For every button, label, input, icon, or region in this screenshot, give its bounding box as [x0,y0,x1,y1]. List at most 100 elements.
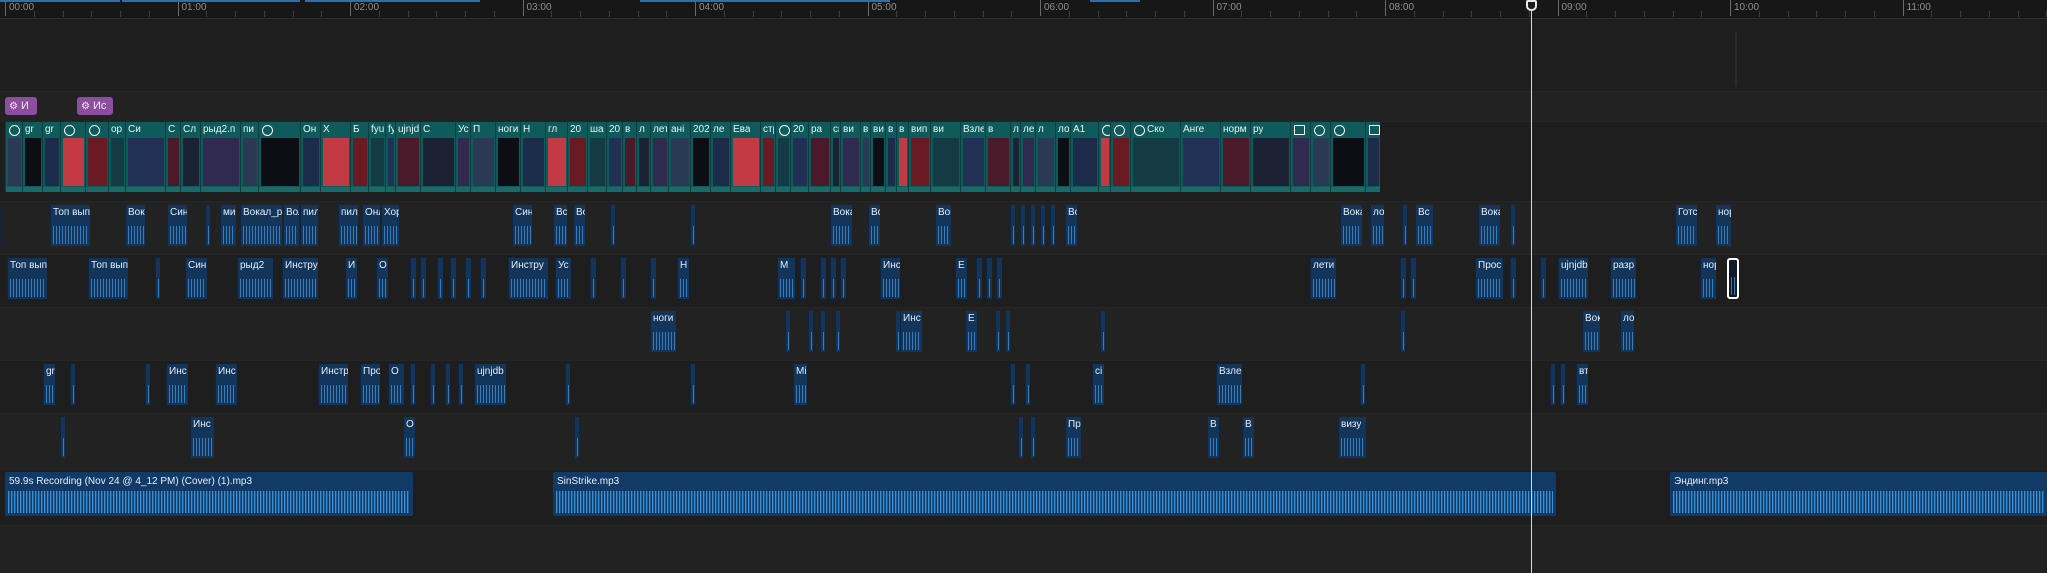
audio-clip[interactable]: Инс [190,417,214,458]
audio-clip-fragment[interactable] [1400,311,1405,352]
video-clip[interactable]: ша [587,122,606,192]
video-clip[interactable]: 20 [567,122,587,192]
audio-clip-fragment[interactable] [1005,311,1010,352]
audio-clip-fragment[interactable] [1020,205,1025,246]
audio-clip[interactable]: Вока [125,205,145,246]
audio-clip[interactable]: ujnjdb [474,364,506,405]
audio-clip-fragment[interactable] [410,364,415,405]
audio-clip[interactable]: лов [1370,205,1384,246]
audio-clip-fragment[interactable] [1402,205,1407,246]
video-clip[interactable]: Н [520,122,545,192]
audio-clip[interactable]: О [403,417,415,458]
audio-clip[interactable]: Син [167,205,187,246]
audio-clip[interactable]: Н [677,258,689,299]
audio-clip-fragment[interactable] [60,417,65,458]
audio-clip-fragment[interactable] [835,311,840,352]
video-clip[interactable] [1330,122,1365,192]
audio-clip[interactable]: Готс [1675,205,1697,246]
audio-clip-fragment[interactable] [830,258,836,299]
audio-clip[interactable]: рыд2 [237,258,273,299]
audio-clip[interactable]: В [1207,417,1219,458]
video-clip[interactable]: Х [320,122,350,192]
audio-clip-fragment[interactable] [1030,417,1035,458]
audio-clip[interactable]: Пр [1065,417,1081,458]
video-clip[interactable]: ле [710,122,730,192]
audio-clip[interactable]: Вс [553,205,567,246]
audio-clip[interactable]: gr [43,364,55,405]
audio-clip-fragment[interactable] [1050,205,1055,246]
video-clip[interactable]: л [1035,122,1055,192]
video-clip[interactable]: ле [1020,122,1035,192]
audio-clip[interactable]: Вс [1065,205,1077,246]
audio-clip-fragment[interactable] [410,258,416,299]
video-clip[interactable]: 202 [690,122,710,192]
video-clip[interactable]: ру [1250,122,1290,192]
audio-clip-fragment[interactable] [155,258,160,299]
audio-clip[interactable]: Вока [1478,205,1500,246]
audio-clip-fragment[interactable] [450,258,456,299]
video-clip[interactable] [5,122,22,192]
video-clip[interactable] [1290,122,1310,192]
audio-clip[interactable]: Вс [868,205,880,246]
video-clip[interactable]: ноги [495,122,520,192]
time-ruler[interactable]: 00:00 01:00 02:00 03:00 04:00 05:00 06:00 07:00… [0,0,2047,19]
audio-clip[interactable]: Вока [1340,205,1362,246]
video-clip[interactable]: лети [650,122,668,192]
audio-clip[interactable]: ноги [650,311,676,352]
video-clip[interactable] [1110,122,1130,192]
audio-clip-fragment[interactable] [1510,205,1515,246]
audio-clip[interactable]: Прос [1475,258,1503,299]
audio-clip[interactable]: визу [1338,417,1366,458]
audio-clip-fragment[interactable] [145,364,150,405]
audio-clip-fragment[interactable] [820,258,826,299]
video-clip[interactable]: П [470,122,495,192]
video-clip[interactable]: пи [240,122,258,192]
audio-clip-fragment[interactable] [996,258,1002,299]
audio-clip[interactable]: О [376,258,388,299]
audio-clip[interactable]: Инс [880,258,900,299]
audio-clip[interactable]: О [388,364,404,405]
video-clip[interactable]: Анге [1180,122,1220,192]
audio-clip-fragment[interactable] [480,258,486,299]
video-clip[interactable]: ві [860,122,870,192]
audio-clip-fragment[interactable] [445,364,450,405]
audio-clip-fragment[interactable] [820,311,825,352]
audio-clip-fragment[interactable] [976,258,982,299]
audio-clip-fragment[interactable] [1400,258,1406,299]
audio-clip[interactable]: М [777,258,795,299]
audio-clip-fragment[interactable] [690,205,695,246]
video-clip[interactable]: Ус [455,122,470,192]
video-clip[interactable]: Он [300,122,320,192]
video-clip[interactable]: Си [125,122,165,192]
audio-clip[interactable]: разр [1610,258,1636,299]
video-clip[interactable]: gr [42,122,60,192]
timeline-editor[interactable]: 00:00 01:00 02:00 03:00 04:00 05:00 06:00 07:00… [0,0,2047,573]
audio-clip-fragment[interactable] [1540,258,1546,299]
audio-clip[interactable]: ujnjdb [1558,258,1588,299]
audio-clip[interactable]: Инс [215,364,237,405]
audio-clip-fragment[interactable] [205,205,210,246]
audio-clip[interactable]: Е [955,258,967,299]
audio-clip[interactable]: Инстру [508,258,548,299]
audio-clip[interactable]: пил [300,205,318,246]
video-clip[interactable]: fyuti [385,122,395,192]
music-clip[interactable]: SinStrike.mp3 [553,472,1556,516]
audio-clip-fragment[interactable] [650,258,656,299]
audio-clip[interactable]: лети [1310,258,1336,299]
video-clip[interactable]: Взле [960,122,985,192]
effect-chip[interactable]: ⚙ И [5,97,37,115]
music-clip[interactable]: 59.9s Recording (Nov 24 @ 4_12 PM) (Cove… [5,472,413,516]
audio-clip-fragment[interactable] [565,364,570,405]
audio-clip-fragment[interactable] [986,258,992,299]
video-clip[interactable]: л [636,122,650,192]
video-clip[interactable]: норм [1220,122,1250,192]
playhead-handle[interactable] [1526,0,1537,11]
audio-clip-fragment[interactable] [895,311,900,352]
audio-clip[interactable]: Инстру [282,258,318,299]
video-clip[interactable]: С [165,122,180,192]
audio-clip-fragment[interactable] [1018,417,1023,458]
audio-clip-fragment[interactable] [1510,258,1516,299]
video-clip[interactable]: в [885,122,896,192]
audio-clip[interactable]: вт [1576,364,1588,405]
video-clip[interactable]: fyuti [368,122,385,192]
